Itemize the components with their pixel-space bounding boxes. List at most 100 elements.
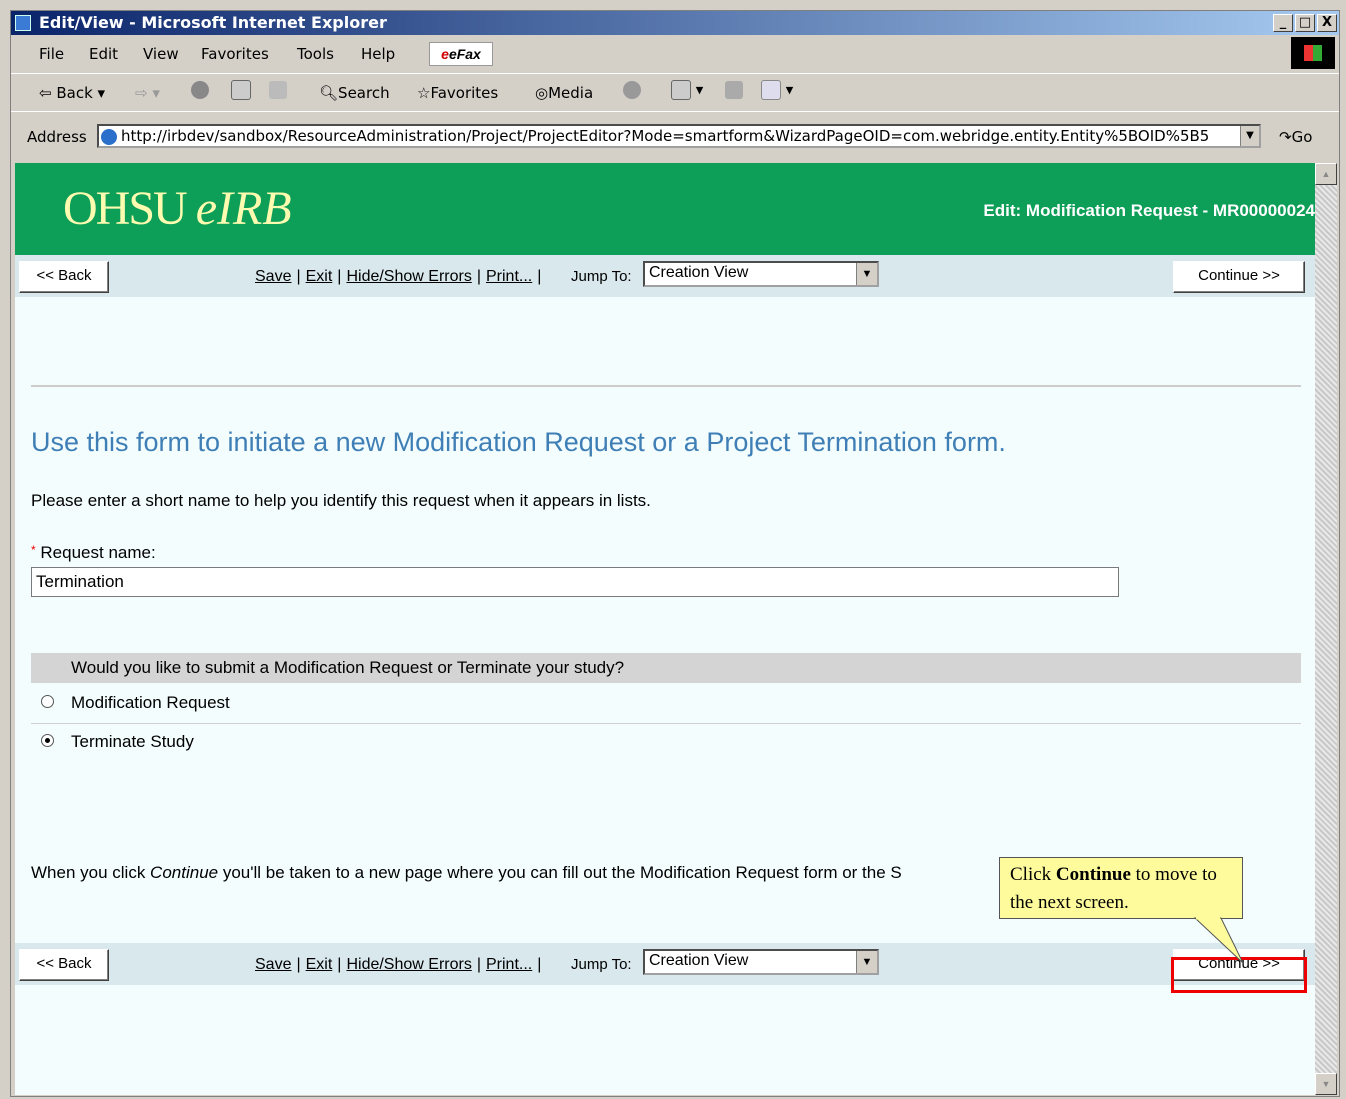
menu-file[interactable]: File [39,45,64,63]
search-toolbar-label: Search [338,84,390,102]
back-button-top[interactable]: << Back [19,261,109,293]
print-icon[interactable] [725,80,743,99]
stop-icon[interactable] [191,80,209,99]
word-edit-icon[interactable]: ▾ [761,80,793,100]
maximize-button[interactable]: □ [1295,14,1315,32]
forward-button[interactable]: ⇨ ▾ [135,84,160,102]
back-toolbar-label: Back [56,84,93,102]
address-dropdown-icon[interactable]: ▼ [1240,126,1259,146]
required-asterisk-icon: * [31,543,36,557]
callout-bold: Continue [1055,864,1131,885]
back-button-bottom[interactable]: << Back [19,949,109,981]
go-label: Go [1291,128,1313,146]
address-url: http://irbdev/sandbox/ResourceAdministra… [121,127,1210,145]
favorites-toolbar-label: Favorites [430,84,499,102]
save-link[interactable]: Save [255,268,291,285]
radio-label: Modification Request [71,693,230,712]
menu-help[interactable]: Help [361,45,395,63]
radio-terminate-study[interactable]: Terminate Study [31,724,1301,762]
efax-icon: e [441,46,449,62]
search-toolbar-button[interactable]: 🔍︎Search [319,84,390,102]
history-icon[interactable] [623,80,641,99]
media-toolbar-label: Media [548,84,594,102]
address-input[interactable]: http://irbdev/sandbox/ResourceAdministra… [97,124,1261,148]
menu-tools[interactable]: Tools [297,45,334,63]
jump-to-value: Creation View [649,264,749,281]
efax-button[interactable]: eeFax [429,42,493,66]
ie-icon [15,15,31,31]
jump-to-select[interactable]: Creation View ▼ [643,261,879,287]
radio-modification-request[interactable]: Modification Request [31,685,1301,724]
ohsu-eirb-logo: OHSU eIRB [63,181,292,236]
exit-link[interactable]: Exit [306,268,333,285]
vertical-scrollbar[interactable]: ▲ ▼ [1315,163,1337,1095]
window-title: Edit/View - Microsoft Internet Explorer [39,13,387,32]
back-toolbar-button[interactable]: ⇦ Back ▾ [39,84,105,102]
tutorial-callout: Click Continue to move to the next scree… [999,857,1243,919]
print-link[interactable]: Print... [486,956,532,973]
toolbar: ⇦ Back ▾ ⇨ ▾ 🔍︎Search ☆Favorites ◎Media … [11,73,1339,110]
logo-main: OHSU [63,182,188,235]
request-name-label: * Request name: [31,543,156,563]
question-bar: Would you like to submit a Modification … [31,653,1301,683]
jump-to-value: Creation View [649,952,749,969]
go-arrow-icon: ↷ [1279,128,1292,146]
callout-pointer [1193,916,1244,964]
request-name-input[interactable]: Termination [31,567,1119,597]
exit-link[interactable]: Exit [306,956,333,973]
logo-italic: eIRB [195,182,292,235]
media-icon: ◎ [535,84,549,102]
search-icon: 🔍︎ [319,84,339,102]
radio-button-selected[interactable] [41,734,54,747]
top-nav-links: Save | Exit | Hide/Show Errors | Print... | [255,268,542,285]
browser-window: Edit/View - Microsoft Internet Explorer … [10,10,1340,1097]
request-name-label-text: Request name: [40,543,156,562]
chevron-down-icon: ▼ [856,951,877,973]
divider [31,385,1301,387]
menu-favorites[interactable]: Favorites [201,45,269,63]
continue-highlight-box [1171,957,1307,993]
hide-show-errors-link[interactable]: Hide/Show Errors [346,956,471,973]
minimize-button[interactable]: _ [1273,14,1293,32]
title-bar: Edit/View - Microsoft Internet Explorer … [11,11,1339,35]
mail-icon[interactable]: ▾ [671,80,703,100]
form-instruction: Please enter a short name to help you id… [31,491,651,510]
home-icon[interactable] [269,80,287,99]
go-button[interactable]: ↷Go [1279,128,1312,146]
menu-view[interactable]: View [143,45,179,63]
media-toolbar-button[interactable]: ◎Media [535,84,593,102]
efax-label: eFax [448,46,481,62]
back-arrow-icon: ⇦ [39,84,52,102]
refresh-icon[interactable] [231,80,251,100]
address-bar: Address http://irbdev/sandbox/ResourceAd… [11,111,1339,158]
scroll-up-icon[interactable]: ▲ [1315,163,1337,185]
bottom-nav-bar: << Back Save | Exit | Hide/Show Errors | Print… [15,943,1315,985]
scroll-down-icon[interactable]: ▼ [1315,1073,1337,1095]
footer-instruction: When you click Continue you'll be taken … [31,863,902,882]
forward-arrow-icon: ⇨ [135,84,148,102]
top-nav-bar: << Back Save | Exit | Hide/Show Errors | Print… [15,255,1315,297]
hide-show-errors-link[interactable]: Hide/Show Errors [346,268,471,285]
windows-logo-icon [1291,37,1335,69]
app-header: OHSU eIRB Edit: Modification Request - M… [15,163,1315,255]
address-label: Address [27,128,87,146]
menu-bar: File Edit View Favorites Tools Help eeFa… [11,37,1339,71]
continue-button-top[interactable]: Continue >> [1173,261,1305,293]
callout-pre: Click [1010,864,1052,885]
favorites-toolbar-button[interactable]: ☆Favorites [417,84,498,102]
save-link[interactable]: Save [255,956,291,973]
question-text: Would you like to submit a Modification … [71,658,625,677]
jump-to-label: Jump To: [571,956,632,973]
close-button[interactable]: X [1317,14,1337,32]
radio-button[interactable] [41,695,54,708]
bottom-nav-links: Save | Exit | Hide/Show Errors | Print... | [255,956,542,973]
page-viewport: OHSU eIRB Edit: Modification Request - M… [15,163,1315,1095]
menu-edit[interactable]: Edit [89,45,118,63]
continue-emphasis: Continue [150,863,219,882]
radio-label: Terminate Study [71,732,194,751]
print-link[interactable]: Print... [486,268,532,285]
page-title: Edit: Modification Request - MR00000024 [983,201,1315,220]
page-icon [101,128,117,145]
chevron-down-icon: ▼ [856,263,877,285]
jump-to-select[interactable]: Creation View ▼ [643,949,879,975]
